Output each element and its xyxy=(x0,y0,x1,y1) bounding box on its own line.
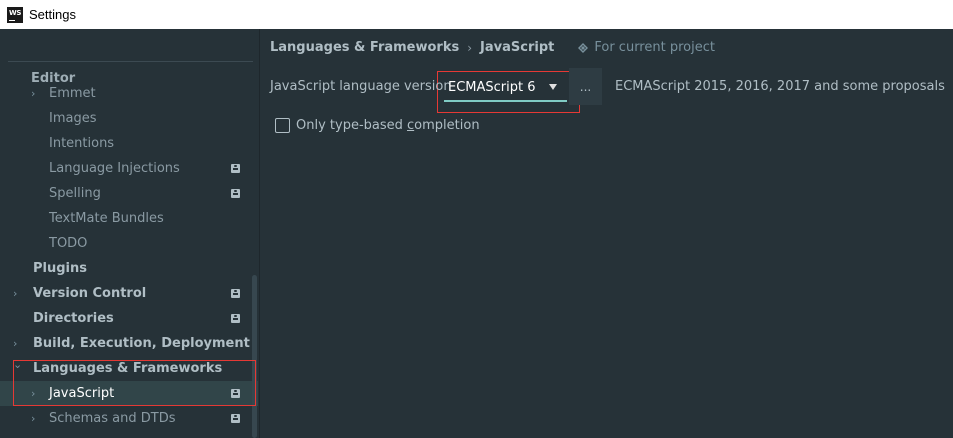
sidebar-item-label: TextMate Bundles xyxy=(49,211,164,226)
title-bar: WS Settings xyxy=(0,0,953,29)
sidebar-scrollbar[interactable] xyxy=(252,275,257,438)
sidebar-item-label: Emmet xyxy=(49,86,96,101)
sidebar-item-label: Plugins xyxy=(33,261,87,276)
sidebar-item-textmate-bundles[interactable]: TextMate Bundles xyxy=(0,206,258,231)
chevron-right-icon[interactable]: › xyxy=(13,287,17,300)
scope-indicator: For current project xyxy=(578,40,715,55)
project-scope-icon xyxy=(231,189,240,198)
dropdown-focus-underline xyxy=(444,100,567,102)
window-title: Settings xyxy=(29,7,76,22)
chevron-right-icon[interactable]: › xyxy=(13,337,17,350)
ellipsis-label: ... xyxy=(579,79,592,94)
language-version-value: ECMAScript 6 xyxy=(448,80,536,95)
sidebar-item-label: Language Injections xyxy=(49,161,180,176)
sidebar-item-directories[interactable]: Directories xyxy=(0,306,258,331)
sidebar-item-schemas-and-dtds[interactable]: › Schemas and DTDs xyxy=(0,406,258,431)
sidebar-item-images[interactable]: Images xyxy=(0,106,258,131)
scope-label: For current project xyxy=(594,40,715,55)
language-version-dropdown[interactable]: ECMAScript 6 xyxy=(441,75,569,106)
project-scope-icon xyxy=(578,42,589,53)
only-type-based-completion-label[interactable]: Only type-based completion xyxy=(296,118,480,133)
chevron-down-icon xyxy=(549,84,557,90)
breadcrumb: Languages & Frameworks › JavaScript For … xyxy=(270,40,715,55)
chevron-right-icon[interactable]: › xyxy=(31,87,35,100)
language-version-label: JavaScript language version xyxy=(270,79,452,94)
sidebar-item-label: Images xyxy=(49,111,97,126)
only-type-based-completion-option[interactable]: Only type-based completion xyxy=(275,118,480,133)
breadcrumb-separator: › xyxy=(467,40,473,55)
sidebar-item-intentions[interactable]: Intentions xyxy=(0,131,258,156)
sidebar-item-label: Build, Execution, Deployment xyxy=(33,336,250,351)
sidebar-item-version-control[interactable]: › Version Control xyxy=(0,281,258,306)
sidebar-item-plugins[interactable]: Plugins xyxy=(0,256,258,281)
more-options-button[interactable]: ... xyxy=(569,68,602,105)
only-type-based-completion-checkbox[interactable] xyxy=(275,118,290,133)
sidebar-item-todo[interactable]: TODO xyxy=(0,231,258,256)
sidebar-item-spelling[interactable]: Spelling xyxy=(0,181,258,206)
project-scope-icon xyxy=(231,164,240,173)
sidebar-item-label: Version Control xyxy=(33,286,147,301)
project-scope-icon xyxy=(231,314,240,323)
sidebar-item-label: Schemas and DTDs xyxy=(49,411,176,426)
chevron-right-icon[interactable]: › xyxy=(31,412,35,425)
sidebar-item-label: Intentions xyxy=(49,136,115,151)
search-field-underline[interactable] xyxy=(8,61,253,62)
webstorm-logo-icon: WS xyxy=(7,6,23,23)
project-scope-icon xyxy=(231,414,240,423)
sidebar-item-label: TODO xyxy=(49,236,88,251)
sidebar-item-language-injections[interactable]: Language Injections xyxy=(0,156,258,181)
project-scope-icon xyxy=(231,289,240,298)
sidebar-item-label: Spelling xyxy=(49,186,101,201)
sidebar-divider xyxy=(259,29,260,438)
language-version-description: ECMAScript 2015, 2016, 2017 and some pro… xyxy=(615,79,945,94)
sidebar-item-emmet[interactable]: › Emmet xyxy=(0,81,258,106)
breadcrumb-current: JavaScript xyxy=(480,40,555,55)
breadcrumb-parent[interactable]: Languages & Frameworks xyxy=(270,40,459,55)
highlight-box-tree xyxy=(13,360,256,406)
sidebar-item-build-execution-deployment[interactable]: › Build, Execution, Deployment xyxy=(0,331,258,356)
sidebar-item-label: Directories xyxy=(33,311,114,326)
